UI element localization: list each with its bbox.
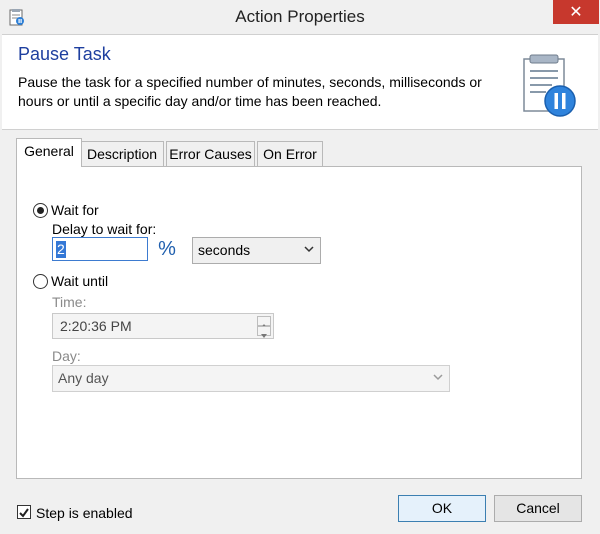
unit-select[interactable]: seconds (192, 237, 321, 264)
delay-input[interactable]: 2 (52, 237, 148, 261)
tab-general[interactable]: General (16, 138, 82, 167)
tab-error-causes[interactable]: Error Causes (166, 141, 255, 166)
percent-icon[interactable]: % (156, 238, 178, 260)
spin-down-icon (257, 326, 271, 338)
radio-selected-dot (37, 207, 44, 214)
day-select: Any day (52, 365, 450, 392)
time-picker: 2:20:36 PM (52, 313, 274, 339)
unit-select-value: seconds (198, 242, 251, 258)
general-tab-panel: Wait for Delay to wait for: 2 % seconds … (16, 166, 582, 479)
wait-for-radio[interactable] (33, 203, 48, 218)
header-title: Pause Task (18, 44, 111, 64)
tab-description[interactable]: Description (80, 141, 164, 166)
wait-until-radio[interactable] (33, 274, 48, 289)
cancel-button[interactable]: Cancel (494, 495, 582, 522)
day-label: Day: (52, 348, 81, 364)
time-label: Time: (52, 294, 87, 310)
checkmark-icon (19, 508, 29, 518)
pause-task-icon (523, 54, 576, 117)
step-enabled-label: Step is enabled (36, 505, 133, 521)
time-value: 2:20:36 PM (60, 318, 132, 334)
header-description: Pause the task for a specified number of… (18, 74, 482, 109)
header-panel: Pause Task Pause the task for a specifie… (2, 34, 598, 130)
day-select-value: Any day (58, 370, 109, 386)
wait-until-label: Wait until (51, 273, 109, 289)
delay-label: Delay to wait for: (52, 221, 157, 237)
tab-on-error[interactable]: On Error (257, 141, 323, 166)
title-bar: Action Properties ✕ (0, 0, 600, 34)
chevron-down-icon (433, 374, 443, 381)
close-icon: ✕ (569, 4, 583, 21)
window-title: Action Properties (235, 7, 365, 26)
wait-for-label: Wait for (51, 202, 99, 218)
chevron-down-icon (304, 246, 314, 253)
delay-value: 2 (56, 241, 66, 258)
close-button[interactable]: ✕ (553, 0, 599, 24)
ok-button[interactable]: OK (398, 495, 486, 522)
step-enabled-checkbox[interactable] (17, 505, 31, 519)
spin-up-icon (257, 316, 271, 328)
